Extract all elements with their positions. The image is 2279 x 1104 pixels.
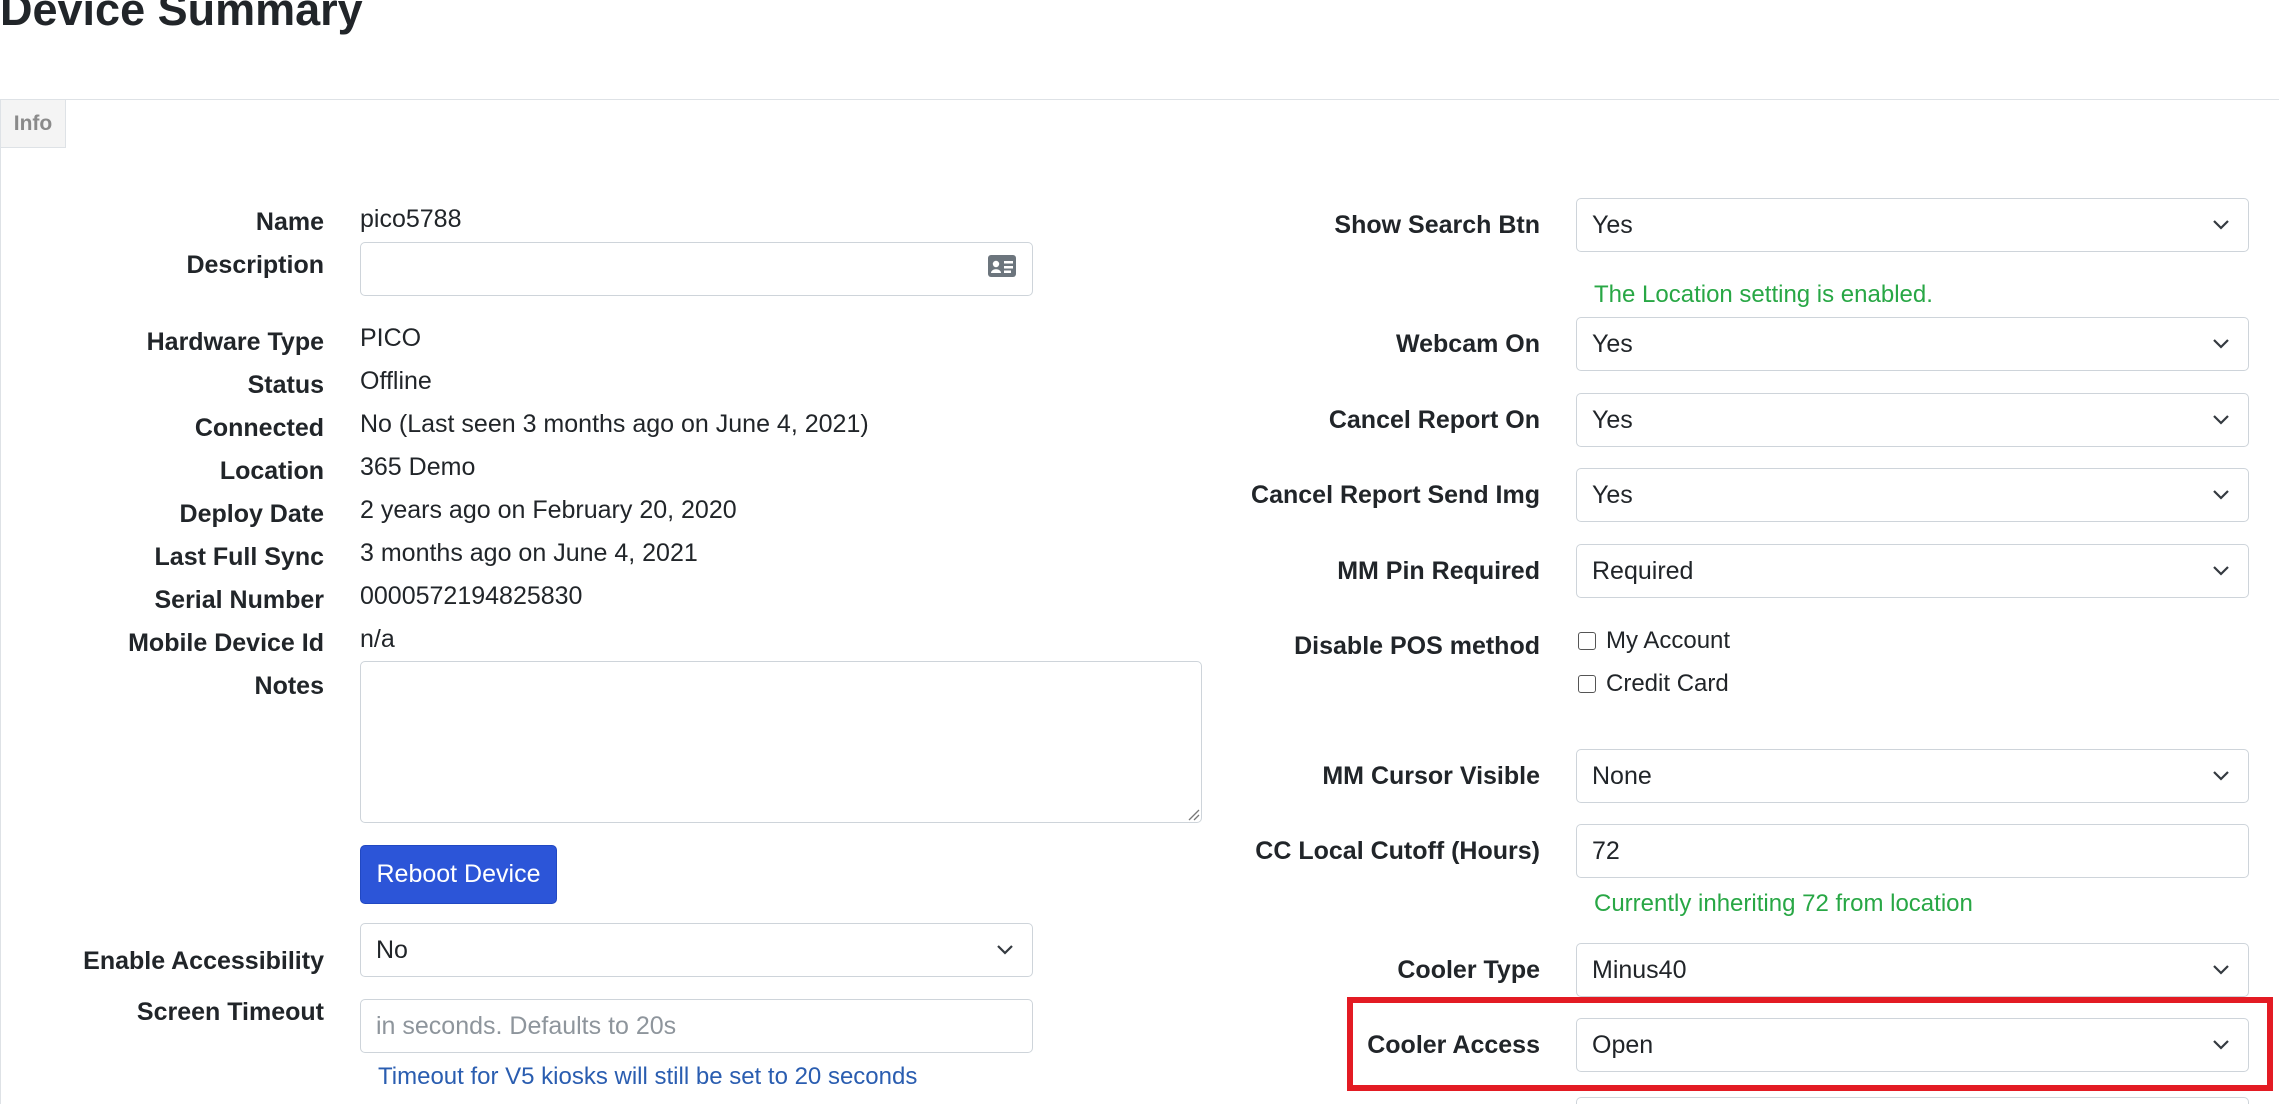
mm-cursor-visible-label: MM Cursor Visible	[1322, 762, 1540, 790]
deploy-date-label: Deploy Date	[179, 500, 324, 528]
show-search-btn-label: Show Search Btn	[1334, 211, 1540, 239]
credit-card-checkbox[interactable]	[1578, 675, 1596, 693]
last-full-sync-value: 3 months ago on June 4, 2021	[360, 539, 698, 567]
mm-pin-required-select[interactable]: Required	[1576, 544, 2249, 598]
description-label: Description	[186, 251, 324, 279]
name-label: Name	[255, 208, 324, 236]
chevron-down-icon	[993, 938, 1017, 962]
cancel-report-on-label: Cancel Report On	[1328, 406, 1540, 434]
credit-card-label: Credit Card	[1606, 670, 1729, 697]
cooler-access-value: Open	[1592, 1030, 1654, 1059]
status-value: Offline	[360, 367, 432, 395]
resize-handle-icon[interactable]	[1186, 807, 1200, 826]
next-field-partial[interactable]	[1576, 1097, 2249, 1104]
serial-number-value: 0000572194825830	[360, 582, 583, 610]
header-divider	[0, 99, 2279, 100]
mm-pin-required-label: MM Pin Required	[1337, 557, 1540, 585]
status-label: Status	[247, 371, 324, 399]
deploy-date-value: 2 years ago on February 20, 2020	[360, 496, 737, 524]
serial-number-label: Serial Number	[154, 586, 324, 614]
cooler-access-label: Cooler Access	[1367, 1031, 1540, 1059]
enable-accessibility-value: No	[376, 935, 408, 964]
show-search-btn-value: Yes	[1592, 210, 1633, 239]
cutoff-inherit-note: Currently inheriting 72 from location	[1594, 890, 1973, 917]
webcam-on-value: Yes	[1592, 329, 1633, 358]
my-account-checkbox[interactable]	[1578, 632, 1596, 650]
cancel-report-on-value: Yes	[1592, 405, 1633, 434]
name-value: pico5788	[360, 205, 462, 233]
enable-accessibility-select[interactable]: No	[360, 923, 1033, 977]
cancel-report-send-img-value: Yes	[1592, 480, 1633, 509]
mm-pin-required-value: Required	[1592, 556, 1694, 585]
chevron-down-icon	[2209, 958, 2233, 982]
notes-label: Notes	[254, 672, 324, 700]
connected-label: Connected	[194, 414, 324, 442]
cooler-type-label: Cooler Type	[1397, 956, 1540, 984]
chevron-down-icon	[2209, 408, 2233, 432]
connected-value: No (Last seen 3 months ago on June 4, 20…	[360, 410, 869, 438]
tab-info[interactable]: Info	[0, 100, 66, 148]
chevron-down-icon	[2209, 332, 2233, 356]
chevron-down-icon	[2209, 213, 2233, 237]
cancel-report-send-img-label: Cancel Report Send Img	[1251, 481, 1540, 509]
location-setting-note: The Location setting is enabled.	[1594, 281, 1933, 308]
webcam-on-label: Webcam On	[1395, 330, 1540, 358]
mobile-device-id-label: Mobile Device Id	[128, 629, 324, 657]
show-search-btn-select[interactable]: Yes	[1576, 198, 2249, 252]
chevron-down-icon	[2209, 559, 2233, 583]
mm-cursor-visible-value: None	[1592, 761, 1652, 790]
contact-card-icon	[987, 254, 1017, 285]
my-account-label: My Account	[1606, 627, 1731, 654]
disable-pos-method-label: Disable POS method	[1294, 632, 1540, 660]
last-full-sync-label: Last Full Sync	[154, 543, 324, 571]
reboot-device-button[interactable]: Reboot Device	[360, 845, 557, 904]
cooler-type-value: Minus40	[1592, 955, 1687, 984]
chevron-down-icon	[2209, 764, 2233, 788]
location-value: 365 Demo	[360, 453, 476, 481]
panel-border	[0, 148, 1, 1104]
page-title: Device Summary	[0, 0, 363, 35]
enable-accessibility-label: Enable Accessibility	[83, 947, 324, 975]
cancel-report-send-img-select[interactable]: Yes	[1576, 468, 2249, 522]
cc-local-cutoff-label: CC Local Cutoff (Hours)	[1255, 837, 1540, 865]
screen-timeout-label: Screen Timeout	[136, 998, 324, 1026]
chevron-down-icon	[2209, 483, 2233, 507]
cooler-type-select[interactable]: Minus40	[1576, 943, 2249, 997]
timeout-note: Timeout for V5 kiosks will still be set …	[378, 1063, 918, 1090]
location-label: Location	[219, 457, 324, 485]
cancel-report-on-select[interactable]: Yes	[1576, 393, 2249, 447]
chevron-down-icon	[2209, 1033, 2233, 1057]
screen-timeout-input[interactable]: in seconds. Defaults to 20s	[360, 999, 1033, 1053]
description-field[interactable]	[360, 242, 1033, 296]
hardware-type-value: PICO	[360, 324, 422, 352]
notes-textarea[interactable]	[360, 661, 1202, 823]
mobile-device-id-value: n/a	[360, 625, 395, 653]
cc-local-cutoff-input[interactable]: 72	[1576, 824, 2249, 878]
hardware-type-label: Hardware Type	[146, 328, 324, 356]
screen-timeout-placeholder: in seconds. Defaults to 20s	[376, 1011, 677, 1040]
webcam-on-select[interactable]: Yes	[1576, 317, 2249, 371]
mm-cursor-visible-select[interactable]: None	[1576, 749, 2249, 803]
cooler-access-select[interactable]: Open	[1576, 1018, 2249, 1072]
